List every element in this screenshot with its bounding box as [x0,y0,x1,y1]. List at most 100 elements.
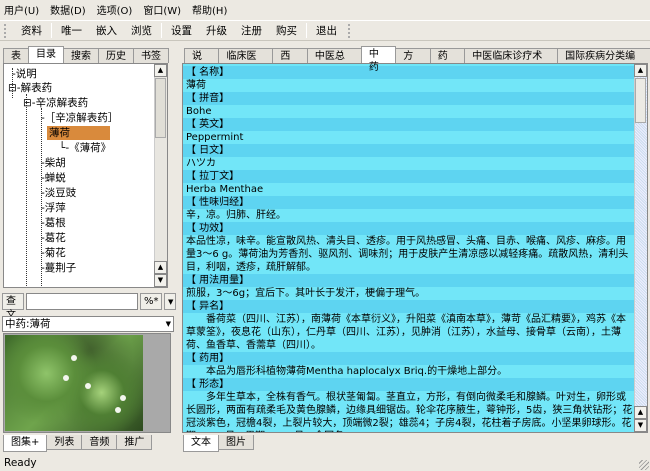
scroll-thumb[interactable] [635,78,646,123]
section-text: Peppermint [183,131,635,144]
peppermint-photo [5,335,143,431]
tree-item[interactable]: └-《薄荷》 [59,141,111,155]
scroll-up-icon[interactable]: ▲ [154,261,167,274]
scroll-up-icon[interactable]: ▲ [634,406,647,419]
tree-item[interactable]: -菊花 [41,246,66,260]
image-tabs: 图集+ 列表 音频 推广 [3,435,153,452]
scroll-up-icon[interactable]: ▲ [634,64,647,77]
tree-item[interactable]: -淡豆豉 [41,186,76,200]
status-bar: Ready [4,457,37,469]
menu-data[interactable]: 数据(D) [50,2,86,17]
section-text: Bohe [183,105,635,118]
tab-text[interactable]: 文本 [183,435,219,452]
tree-item[interactable]: -浮萍 [41,201,66,215]
tab-search[interactable]: 搜索 [63,48,99,63]
tab-medicinal-diet[interactable]: 药膳 [429,48,466,75]
menu-bar: 用户(U) 数据(D) 选项(O) 窗口(W) 帮助(H) [0,0,650,19]
search-mode-select[interactable]: %* [140,293,162,310]
scroll-thumb[interactable] [155,78,166,138]
tree-item-selected[interactable]: 薄荷 [47,126,110,140]
toolbar: 资料 唯一 嵌入 浏览 设置 升级 注册 购买 退出 [0,20,650,41]
separator [306,23,307,38]
tab-chinese-herbs[interactable]: 中药 [360,46,397,73]
tree-scrollbar[interactable]: ▲ ▲ ▼ [154,64,167,287]
tab-pictures[interactable]: 图片 [218,435,254,450]
section-heading: 【 日文】 [183,144,635,157]
scroll-down-icon[interactable]: ▼ [154,274,167,287]
tree-item[interactable]: -［辛凉解表药］ [41,111,118,125]
toolbar-profile-button[interactable]: 资料 [14,23,49,38]
image-set-value: 中药:薄荷 [5,318,51,330]
separator [51,23,52,38]
catalog-tree[interactable]: -说明 ⊟-解表药 ⊟-辛凉解表药 -［辛凉解表药］ 薄荷 └-《薄荷》 -柴胡… [3,63,168,288]
toolbar-embed-button[interactable]: 嵌入 [89,23,124,38]
section-text: 辛，凉。归肺、肝经。 [183,209,635,222]
image-set-select[interactable]: 中药:薄荷 ▼ [2,316,174,332]
tree-item[interactable]: -蔓荆子 [41,261,76,275]
content-scrollbar[interactable]: ▲ ▲ ▼ [634,64,647,432]
scroll-up-icon[interactable]: ▲ [154,64,167,77]
section-heading: 【 拼音】 [183,92,635,105]
menu-window[interactable]: 窗口(W) [143,2,181,17]
tab-bookmarks[interactable]: 书签 [133,48,169,63]
tree-item[interactable]: -葛花 [41,231,66,245]
search-row: 查文 %* ▼ [2,292,176,321]
detail-rows: 【 名称】 薄荷【 拼音】 Bohe 【 英文】 Peppermint 【 日文】 ハツカ【… [183,66,635,432]
tab-table[interactable]: 表 [3,48,29,63]
section-heading: 【 形态】 [183,378,635,391]
section-text: 煎服，3～6g；宜后下。其叶长于发汗，梗偏于理气。 [183,287,635,300]
tab-history[interactable]: 历史 [98,48,134,63]
tab-tcm-terms[interactable]: 中医临床诊疗术语 [464,48,559,75]
section-text: 薄荷 [183,79,635,92]
scroll-down-icon[interactable]: ▼ [634,419,647,432]
left-tabs: 表 目录 搜索 历史 书签 [3,46,169,63]
tab-gallery[interactable]: 图集+ [3,435,48,452]
menu-user[interactable]: 用户(U) [4,2,39,17]
tree-item[interactable]: -葛根 [41,216,66,230]
tree-item[interactable]: -说明 [12,67,37,81]
toolbar-register-button[interactable]: 注册 [234,23,269,38]
category-tabs: 说明 临床医学 西药 中医总论 中药 方剂 药膳 中医临床诊疗术语 国际疾病分类… [184,46,650,75]
section-text: 番荷菜（四川、江苏），南薄荷《本草衍义》，升阳菜《滇南本草》，薄苛《品汇精要》，… [183,313,635,352]
tab-catalog[interactable]: 目录 [28,46,64,63]
section-heading: 【 药用】 [183,352,635,365]
tab-intro[interactable]: 说明 [184,48,220,75]
search-input[interactable] [26,293,138,310]
tab-list[interactable]: 列表 [46,435,83,450]
herb-detail-text[interactable]: 【 名称】 薄荷【 拼音】 Bohe 【 英文】 Peppermint 【 日文】 ハツカ【… [182,63,648,433]
toolbar-settings-button[interactable]: 设置 [164,23,199,38]
toolbar-grip[interactable] [348,23,352,38]
section-text: ハツカ [183,157,635,170]
menu-options[interactable]: 选项(O) [97,2,133,17]
tab-icd-codes[interactable]: 国际疾病分类编码 [557,48,650,75]
tree-item[interactable]: -蝉蜕 [41,171,66,185]
section-heading: 【 用法用量】 [183,274,635,287]
tree-item[interactable]: -柴胡 [41,156,66,170]
search-text-button[interactable]: 查文 [2,293,24,321]
toolbar-unique-button[interactable]: 唯一 [54,23,89,38]
toolbar-exit-button[interactable]: 退出 [309,23,344,38]
resize-grip-icon[interactable] [639,460,649,470]
tab-western-medicine[interactable]: 西药 [272,48,308,75]
toolbar-browse-button[interactable]: 浏览 [124,23,159,38]
section-text: Herba Menthae [183,183,635,196]
tab-promote[interactable]: 推广 [116,435,153,450]
toolbar-buy-button[interactable]: 购买 [269,23,304,38]
tree-item[interactable]: ⊟-辛凉解表药 [23,96,88,110]
tab-clinical-medicine[interactable]: 临床医学 [218,48,274,75]
section-text: 本品性凉，味辛。能宣散风热、清头目、透疹。用于风热感冒、头痛、目赤、喉痛、风疹、… [183,235,635,274]
tab-formulas[interactable]: 方剂 [395,48,431,75]
section-heading: 【 功效】 [183,222,635,235]
menu-help[interactable]: 帮助(H) [192,2,227,17]
chevron-down-icon[interactable]: ▼ [164,293,176,310]
content-tabs: 文本 图片 [183,435,254,452]
toolbar-grip[interactable] [4,23,8,38]
chevron-down-icon[interactable]: ▼ [166,317,171,331]
tab-tcm-general[interactable]: 中医总论 [306,48,362,75]
herb-photo-panel [3,333,171,433]
section-text: 多年生草本，全株有香气。根状茎匍匐。茎直立，方形，有倒向微柔毛和腺鳞。叶对生，卵… [183,391,635,432]
separator [161,23,162,38]
tab-audio[interactable]: 音频 [81,435,118,450]
toolbar-upgrade-button[interactable]: 升级 [199,23,234,38]
tree-item[interactable]: ⊟-解表药 [8,81,52,95]
